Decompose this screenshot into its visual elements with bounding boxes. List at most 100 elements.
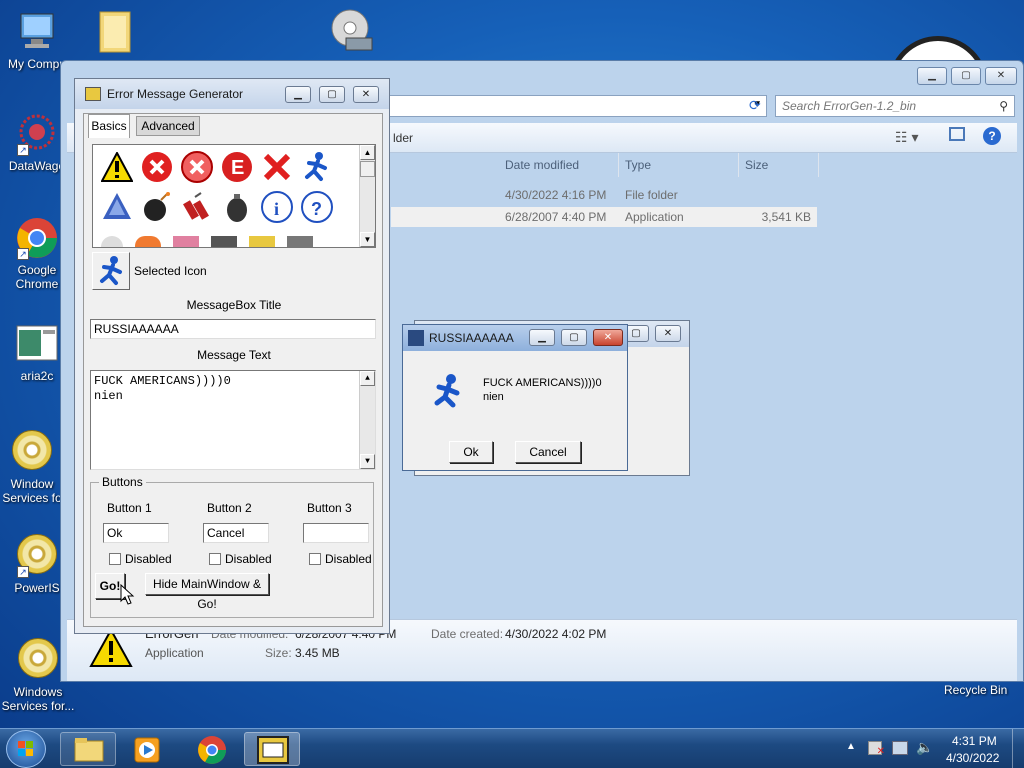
- running-man-icon: [431, 373, 465, 412]
- search-placeholder: Search ErrorGen-1.2_bin: [782, 99, 917, 113]
- clock-date[interactable]: 4/30/2022: [946, 751, 999, 765]
- network-icon[interactable]: [892, 741, 908, 755]
- error-popup-window[interactable]: RUSSIAAAAAA ▁ ▢ ✕ FUCK AMERICANS))))0 ni…: [402, 324, 628, 471]
- file-row[interactable]: 6/28/2007 4:40 PM Application 3,541 KB: [391, 207, 817, 227]
- show-hidden-icons-icon[interactable]: ▲: [846, 741, 856, 752]
- detail-created-label: Date created:: [431, 627, 504, 641]
- popup-title: RUSSIAAAAAA: [429, 331, 514, 345]
- messagebox-title-input[interactable]: RUSSIAAAAAA: [90, 319, 376, 339]
- help-icon[interactable]: ?: [983, 127, 1001, 145]
- column-type[interactable]: Type: [619, 153, 739, 177]
- address-bar[interactable]: ▼: [387, 95, 767, 117]
- datawago-icon: ↗: [15, 112, 59, 156]
- button1-disabled-checkbox[interactable]: [109, 553, 121, 565]
- triangle-icon[interactable]: [101, 191, 133, 223]
- message-text-scrollbar[interactable]: ▲ ▼: [359, 371, 375, 469]
- folder-icon[interactable]: [96, 8, 136, 54]
- refresh-icon[interactable]: ⟳: [749, 97, 761, 114]
- messagebox-title-label: MessageBox Title: [186, 298, 282, 312]
- column-size[interactable]: Size: [739, 153, 819, 177]
- column-date-modified[interactable]: Date modified: [499, 153, 619, 177]
- shortcut-arrow-icon: ↗: [17, 566, 29, 578]
- popup-ok-button[interactable]: Ok: [449, 441, 493, 463]
- running-man-icon[interactable]: [301, 151, 333, 183]
- search-input[interactable]: Search ErrorGen-1.2_bin ⚲: [775, 95, 1015, 117]
- tab-basics[interactable]: Basics: [88, 114, 130, 138]
- explorer-maximize-button[interactable]: ▢: [951, 67, 981, 85]
- sidebar-text: lder: [393, 131, 414, 145]
- desktop-icon-windows-services-1[interactable]: Window Services fo: [0, 428, 64, 505]
- disc-icon: [10, 430, 54, 474]
- button1-input[interactable]: Ok: [103, 523, 169, 543]
- scroll-thumb[interactable]: [360, 161, 375, 177]
- selected-icon-box: [92, 252, 130, 290]
- icon-grid[interactable]: E i ? ▲ ▼: [92, 144, 376, 248]
- disc-icon: [16, 638, 60, 682]
- partial-icon-row: [101, 231, 351, 247]
- question-icon[interactable]: ?: [301, 191, 333, 223]
- search-icon[interactable]: ⚲: [999, 96, 1008, 116]
- action-center-icon[interactable]: ✕: [868, 741, 885, 757]
- explorer-close-button[interactable]: ✕: [985, 67, 1017, 85]
- x-icon[interactable]: [261, 151, 293, 183]
- grenade-icon[interactable]: [221, 191, 253, 223]
- generator-maximize-button[interactable]: ▢: [319, 86, 345, 103]
- hide-mainwindow-go-button[interactable]: Hide MainWindow & Go!: [145, 573, 269, 611]
- start-button[interactable]: [6, 730, 46, 768]
- popup-minimize-button[interactable]: ▁: [529, 329, 555, 346]
- error-icon[interactable]: [141, 151, 173, 183]
- close-button[interactable]: ✕: [655, 325, 681, 342]
- taskbar-chrome[interactable]: [196, 734, 228, 766]
- detail-created-value: 4/30/2022 4:02 PM: [505, 627, 607, 641]
- windows-logo-icon: [18, 741, 33, 756]
- volume-icon[interactable]: 🔈: [916, 739, 933, 756]
- taskbar: ▲ ✕ 🔈 4:31 PM 4/30/2022: [0, 728, 1024, 768]
- taskbar-media-player[interactable]: [132, 735, 162, 765]
- view-options-icon[interactable]: ☷ ▾: [895, 129, 918, 146]
- error-generator-window[interactable]: Error Message Generator ▁ ▢ ✕ Basics Adv…: [74, 78, 390, 634]
- icon-grid-scrollbar[interactable]: ▲ ▼: [359, 145, 375, 247]
- scroll-down-icon[interactable]: ▼: [360, 454, 375, 469]
- message-text-label: Message Text: [197, 348, 271, 362]
- media-player-icon: [134, 737, 160, 763]
- detail-size-label: Size:: [265, 646, 292, 660]
- warning-icon[interactable]: [101, 151, 133, 183]
- explorer-minimize-button[interactable]: ▁: [917, 67, 947, 85]
- button3-input[interactable]: [303, 523, 369, 543]
- button3-disabled-checkbox[interactable]: [309, 553, 321, 565]
- dynamite-icon[interactable]: [181, 191, 213, 223]
- button3-disabled-label: Disabled: [325, 552, 372, 566]
- clock-time[interactable]: 4:31 PM: [952, 734, 997, 748]
- message-text-area[interactable]: FUCK AMERICANS))))0 nien ▲ ▼: [90, 370, 376, 470]
- desktop-icon-label: Recycle Bin: [944, 683, 1008, 697]
- show-desktop-button[interactable]: [1012, 729, 1024, 768]
- popup-maximize-button[interactable]: ▢: [561, 329, 587, 346]
- tab-advanced[interactable]: Advanced: [136, 116, 200, 136]
- popup-close-button[interactable]: ✕: [593, 329, 623, 346]
- e-error-icon[interactable]: E: [221, 151, 253, 183]
- scroll-up-icon[interactable]: ▲: [360, 145, 375, 160]
- info-icon[interactable]: i: [261, 191, 293, 223]
- taskbar-errorgen[interactable]: [244, 732, 300, 766]
- button1-label: Button 1: [107, 501, 152, 515]
- popup-message-line-2: nien: [483, 391, 504, 403]
- desktop-icon-recycle-bin[interactable]: Recycle Bin: [944, 683, 1007, 697]
- runner-icon: [408, 330, 424, 346]
- setup-disc-icon[interactable]: [328, 6, 376, 54]
- button2-input[interactable]: Cancel: [203, 523, 269, 543]
- bomb-icon[interactable]: [141, 191, 173, 223]
- preview-pane-icon[interactable]: [949, 127, 965, 141]
- button2-disabled-checkbox[interactable]: [209, 553, 221, 565]
- button1-disabled-label: Disabled: [125, 552, 172, 566]
- generator-minimize-button[interactable]: ▁: [285, 86, 311, 103]
- scroll-down-icon[interactable]: ▼: [360, 232, 375, 247]
- folder-icon: [74, 738, 104, 762]
- file-row[interactable]: 4/30/2022 4:16 PM File folder: [391, 185, 817, 205]
- generator-close-button[interactable]: ✕: [353, 86, 379, 103]
- popup-cancel-button[interactable]: Cancel: [515, 441, 581, 463]
- scroll-up-icon[interactable]: ▲: [360, 371, 375, 386]
- taskbar-explorer[interactable]: [60, 732, 116, 766]
- selected-icon-label: Selected Icon: [134, 264, 207, 278]
- error-icon-alt[interactable]: [181, 151, 213, 183]
- chrome-icon: ↗: [15, 216, 59, 260]
